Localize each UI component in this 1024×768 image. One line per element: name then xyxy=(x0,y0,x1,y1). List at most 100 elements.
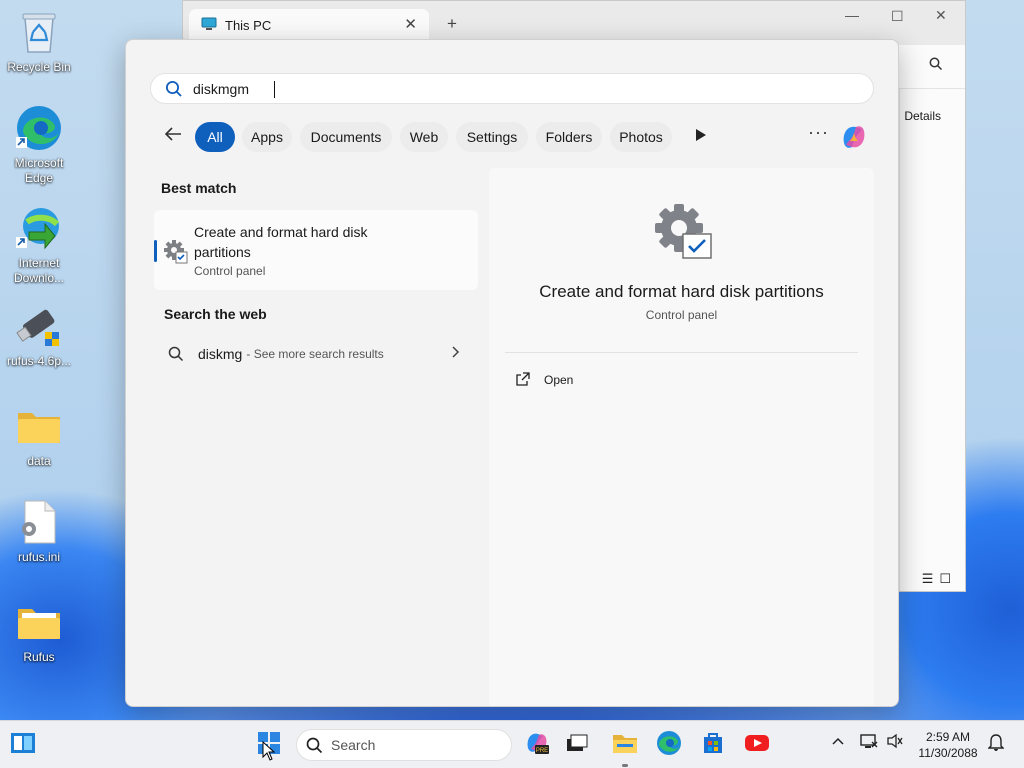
copilot-pre-icon: PRE xyxy=(524,730,550,761)
notification-bell-icon[interactable] xyxy=(987,733,1005,754)
chevron-right-icon xyxy=(452,345,460,361)
desktop-icon-idm[interactable]: Internet Downlo... xyxy=(4,204,74,286)
best-match-title: Create and format hard disk partitions xyxy=(194,224,368,260)
preview-pane: Create and format hard disk partitions C… xyxy=(489,168,874,706)
copilot-icon[interactable] xyxy=(838,121,870,158)
clock-time: 2:59 AM xyxy=(925,730,971,744)
filter-web[interactable]: Web xyxy=(400,122,448,152)
desktop-icon-data-folder[interactable]: data xyxy=(4,402,74,469)
filter-bar: All Apps Documents Web Settings Folders … xyxy=(126,120,898,154)
tiles-view-icon[interactable]: ☐ xyxy=(939,571,957,586)
maximize-button[interactable]: ☐ xyxy=(891,8,904,25)
filter-all[interactable]: All xyxy=(195,122,235,152)
task-view-icon xyxy=(565,733,589,758)
desktop-icon-edge[interactable]: Microsoft Edge xyxy=(4,104,74,186)
file-explorer-button[interactable] xyxy=(610,731,640,759)
search-icon[interactable] xyxy=(929,57,943,74)
chevron-up-icon[interactable] xyxy=(832,733,844,748)
edge-button[interactable] xyxy=(654,730,684,761)
desktop-icon-label: rufus-4.6p... xyxy=(6,354,72,368)
desktop-icon-rufus-exe[interactable]: rufus-4.6p... xyxy=(4,302,74,369)
desktop-icon-label: Microsoft Edge xyxy=(14,156,64,185)
details-button[interactable]: Details xyxy=(904,109,941,123)
filter-apps[interactable]: Apps xyxy=(242,122,292,152)
filter-photos[interactable]: Photos xyxy=(610,122,672,152)
usb-drive-icon xyxy=(15,302,63,350)
desktop-icon-label: Rufus xyxy=(23,650,55,664)
desktop-icon-label: Recycle Bin xyxy=(7,60,71,74)
youtube-icon xyxy=(744,733,770,758)
divider xyxy=(505,352,858,353)
mouse-cursor-icon xyxy=(262,740,276,766)
new-tab-button[interactable]: + xyxy=(447,14,457,34)
open-label: Open xyxy=(544,372,574,387)
web-query: diskmg xyxy=(198,346,243,362)
svg-text:PRE: PRE xyxy=(536,748,548,754)
desktop-icon-label: Internet Downlo... xyxy=(13,256,65,285)
best-match-heading: Best match xyxy=(161,180,237,196)
play-icon[interactable] xyxy=(696,129,706,141)
config-file-icon xyxy=(15,498,63,546)
search-icon xyxy=(306,737,323,757)
folder-icon xyxy=(15,598,63,646)
folder-icon xyxy=(15,402,63,450)
filter-settings[interactable]: Settings xyxy=(456,122,528,152)
clock-date: 11/30/2088 xyxy=(918,746,978,760)
best-match-subtitle: Control panel xyxy=(194,264,266,278)
details-view-icon[interactable]: ☰ xyxy=(922,571,940,586)
store-icon xyxy=(701,731,725,760)
desktop-icon-rufus-ini[interactable]: rufus.ini xyxy=(4,498,74,565)
internet-download-manager-icon xyxy=(15,204,63,252)
running-indicator xyxy=(622,764,628,767)
desktop-icon-recycle-bin[interactable]: Recycle Bin xyxy=(4,8,74,75)
best-match-result[interactable]: Create and format hard disk partitions C… xyxy=(154,210,478,290)
edge-icon xyxy=(15,104,63,152)
close-window-button[interactable]: ✕ xyxy=(935,7,947,24)
search-icon xyxy=(165,80,183,103)
recycle-bin-icon xyxy=(15,8,63,56)
text-caret xyxy=(274,81,275,98)
results-pane: Best match Create and format hard disk p… xyxy=(126,168,486,706)
desktop-icon-rufus-folder[interactable]: Rufus xyxy=(4,598,74,665)
view-toggle[interactable]: ☰☐ xyxy=(922,571,957,587)
search-box[interactable] xyxy=(150,73,874,104)
clock[interactable]: 2:59 AM 11/30/2088 xyxy=(916,729,980,761)
copilot-pre-button[interactable]: PRE xyxy=(522,731,552,759)
volume-muted-icon[interactable] xyxy=(886,733,904,752)
minimize-button[interactable]: — xyxy=(845,7,859,23)
taskbar-search[interactable]: Search xyxy=(296,729,512,761)
web-heading: Search the web xyxy=(164,306,267,322)
store-button[interactable] xyxy=(698,731,728,759)
task-view-button[interactable] xyxy=(562,731,592,759)
preview-subtitle: Control panel xyxy=(645,308,718,322)
open-action[interactable]: Open xyxy=(515,372,573,387)
search-placeholder: Search xyxy=(331,737,376,753)
open-external-icon xyxy=(515,372,530,387)
search-input[interactable] xyxy=(193,80,793,97)
desktop-icon-label: rufus.ini xyxy=(17,550,61,564)
search-flyout: All Apps Documents Web Settings Folders … xyxy=(125,39,899,707)
filter-documents[interactable]: Documents xyxy=(300,122,392,152)
file-explorer-icon xyxy=(612,732,638,759)
back-arrow-icon[interactable] xyxy=(164,126,182,147)
youtube-button[interactable] xyxy=(742,731,772,759)
control-panel-gear-icon xyxy=(653,202,715,267)
web-search-result[interactable]: diskmg - See more search results xyxy=(154,338,478,370)
monitor-icon xyxy=(201,17,217,34)
selection-indicator xyxy=(154,240,157,262)
divider xyxy=(899,89,900,591)
tab-this-pc[interactable]: This PC ✕ xyxy=(189,9,429,41)
control-panel-gear-icon xyxy=(164,240,188,269)
close-tab-icon[interactable]: ✕ xyxy=(404,15,417,33)
search-icon xyxy=(168,346,184,362)
tab-title: This PC xyxy=(225,17,272,33)
more-options-icon[interactable]: ··· xyxy=(808,122,829,143)
taskbar: Search PRE 2:59 AM 11/30/2088 xyxy=(0,720,1024,768)
desktop-icon-label: data xyxy=(27,454,51,468)
filter-folders[interactable]: Folders xyxy=(536,122,602,152)
network-icon[interactable] xyxy=(860,733,878,752)
preview-title: Create and format hard disk partitions xyxy=(539,282,824,301)
edge-icon xyxy=(656,730,682,761)
widgets-button[interactable] xyxy=(8,731,38,759)
web-suffix: - See more search results xyxy=(246,347,384,361)
